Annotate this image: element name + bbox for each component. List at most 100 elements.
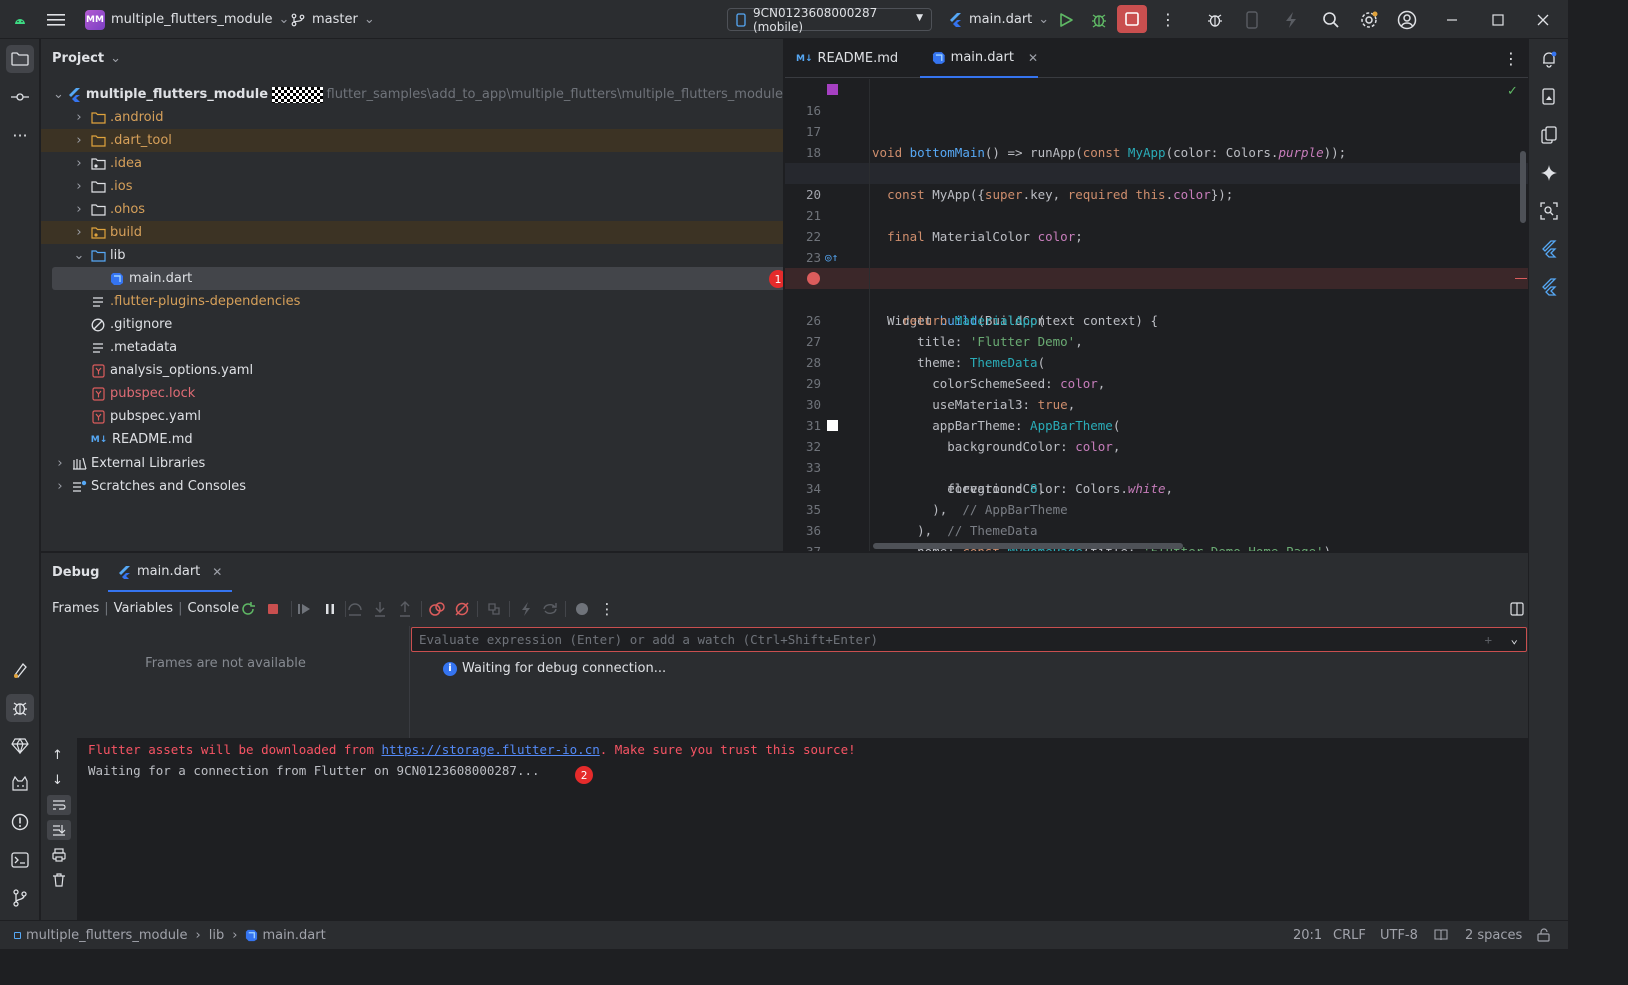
attach-debugger-button[interactable]: [1206, 0, 1224, 39]
flutter-outline-button[interactable]: [1535, 235, 1563, 263]
problems-tool-button[interactable]: [6, 808, 34, 836]
pause-icon[interactable]: [322, 601, 338, 617]
file-encoding[interactable]: UTF-8: [1380, 921, 1418, 949]
close-tab-icon[interactable]: ✕: [1028, 51, 1038, 65]
layout-settings-icon[interactable]: [1509, 601, 1525, 617]
tree-item-build[interactable]: › build: [41, 221, 783, 244]
assets-url-link[interactable]: https://storage.flutter-io.cn: [382, 742, 600, 757]
device-explorer-button[interactable]: [1535, 121, 1563, 149]
breadcrumb-item[interactable]: lib: [209, 928, 224, 943]
tree-item-gitignore[interactable]: .gitignore: [41, 313, 783, 336]
minimize-window-icon[interactable]: [1446, 0, 1458, 39]
lock-icon[interactable]: [1537, 921, 1550, 949]
flutter-performance-button[interactable]: [1535, 273, 1563, 301]
tree-item-flutter-plugins-dependencies[interactable]: .flutter-plugins-dependencies: [41, 290, 783, 313]
trash-icon[interactable]: [52, 873, 66, 887]
more-actions-icon[interactable]: ⋮: [1160, 0, 1176, 39]
close-window-icon[interactable]: [1537, 0, 1549, 39]
debug-session-tab[interactable]: main.dart ✕: [108, 553, 233, 592]
tree-item-ios[interactable]: › .ios: [41, 175, 783, 198]
tab-options-icon[interactable]: ⋮: [1503, 39, 1519, 78]
device-manager-button[interactable]: [1535, 83, 1563, 111]
chevron-down-icon[interactable]: ⌄: [1510, 631, 1518, 646]
gem-tool-button[interactable]: [6, 732, 34, 760]
add-watch-icon[interactable]: +: [1484, 632, 1492, 647]
breakpoint-icon[interactable]: [807, 272, 820, 285]
project-view-selector[interactable]: Project ⌄: [52, 51, 121, 66]
tab-main-dart[interactable]: main.dart ✕: [920, 39, 1038, 78]
hot-reload-icon[interactable]: [518, 601, 534, 617]
ai-assistant-button[interactable]: [1535, 159, 1563, 187]
logcat-tool-button[interactable]: [6, 770, 34, 798]
debug-tool-button[interactable]: [6, 694, 34, 722]
step-into-icon[interactable]: [372, 601, 388, 617]
run-config-selector[interactable]: main.dart ⌄: [949, 0, 1049, 39]
stop-icon[interactable]: [265, 601, 281, 617]
tree-item-readme[interactable]: M↓ README.md: [41, 428, 783, 451]
notifications-button[interactable]: [1535, 45, 1563, 73]
tab-console[interactable]: Console: [187, 601, 239, 616]
hot-restart-icon[interactable]: [542, 601, 558, 617]
tree-item-dart-tool[interactable]: › .dart_tool: [41, 129, 783, 152]
project-switcher[interactable]: MM multiple_flutters_module ⌄: [85, 0, 289, 39]
close-tab-icon[interactable]: ✕: [212, 565, 222, 579]
search-icon[interactable]: [1322, 0, 1340, 39]
maximize-window-icon[interactable]: [1492, 0, 1504, 39]
tree-item-scratches[interactable]: › Scratches and Consoles: [41, 475, 783, 498]
run-button[interactable]: [1058, 0, 1074, 39]
tree-item-analysis-options[interactable]: analysis_options.yaml: [41, 359, 783, 382]
vertical-scrollbar[interactable]: [1520, 151, 1526, 223]
tab-frames[interactable]: Frames: [52, 601, 99, 616]
tree-item-pubspec-yaml[interactable]: pubspec.yaml: [41, 405, 783, 428]
no-problems-check-icon[interactable]: ✓: [1507, 84, 1518, 99]
view-breakpoints-icon[interactable]: [429, 601, 445, 617]
debug-button[interactable]: [1090, 0, 1108, 39]
android-logo-icon[interactable]: [12, 0, 28, 39]
version-control-button[interactable]: [6, 884, 34, 912]
tab-variables[interactable]: Variables: [114, 601, 173, 616]
mute-breakpoints-icon[interactable]: [454, 601, 470, 617]
line-separator[interactable]: CRLF: [1333, 921, 1366, 949]
arrow-up-icon[interactable]: ↑: [52, 748, 63, 763]
tree-root[interactable]: ⌄ multiple_flutters_module flutter_sampl…: [41, 83, 783, 106]
tree-item-pubspec-lock[interactable]: pubspec.lock: [41, 382, 783, 405]
tree-item-android[interactable]: › .android: [41, 106, 783, 129]
branch-switcher[interactable]: master ⌄: [291, 0, 375, 39]
account-icon[interactable]: [1397, 0, 1417, 39]
readonly-toggle-icon[interactable]: [1434, 921, 1448, 949]
print-icon[interactable]: [52, 848, 66, 862]
tab-readme[interactable]: M↓ README.md: [796, 39, 898, 78]
step-out-icon[interactable]: [397, 601, 413, 617]
breadcrumb-item[interactable]: main.dart: [262, 928, 325, 943]
indent-setting[interactable]: 2 spaces: [1465, 921, 1522, 949]
tree-item-ohos[interactable]: › .ohos: [41, 198, 783, 221]
main-menu-icon[interactable]: [47, 0, 65, 39]
tree-item-idea[interactable]: › .idea: [41, 152, 783, 175]
resume-icon[interactable]: [296, 601, 312, 617]
caret-position[interactable]: 20:1: [1293, 921, 1322, 949]
code-area[interactable]: 16 void bottomMain() => runApp(const MyA…: [785, 79, 1528, 551]
tree-item-main-dart[interactable]: main.dart: [52, 267, 783, 290]
hot-reload-icon[interactable]: [1284, 0, 1298, 39]
devtools-icon[interactable]: [574, 601, 590, 617]
tree-item-external-libraries[interactable]: › External Libraries: [41, 452, 783, 475]
tree-item-lib[interactable]: ⌄ lib: [41, 244, 783, 267]
step-over-icon[interactable]: [347, 601, 363, 617]
arrow-down-icon[interactable]: ↓: [52, 773, 63, 788]
scroll-to-end-icon[interactable]: [47, 820, 71, 840]
get-thread-dump-icon[interactable]: [486, 601, 502, 617]
tree-item-metadata[interactable]: .metadata: [41, 336, 783, 359]
breadcrumb-item[interactable]: multiple_flutters_module: [26, 928, 188, 943]
layout-inspector-button[interactable]: [1535, 197, 1563, 225]
soft-wrap-icon[interactable]: [47, 795, 71, 815]
device-selector[interactable]: 9CN0123608000287 (mobile) ▼: [727, 6, 932, 34]
stop-button[interactable]: [1117, 5, 1147, 33]
flutter-inspector-button[interactable]: [6, 656, 34, 684]
settings-gear-icon[interactable]: [1359, 0, 1379, 39]
project-tool-button[interactable]: [6, 45, 34, 73]
override-gutter-icon[interactable]: ◎↑: [825, 247, 838, 268]
more-tools-icon[interactable]: ···: [6, 121, 34, 149]
commit-tool-button[interactable]: [6, 83, 34, 111]
terminal-tool-button[interactable]: [6, 846, 34, 874]
rerun-icon[interactable]: [240, 601, 256, 617]
